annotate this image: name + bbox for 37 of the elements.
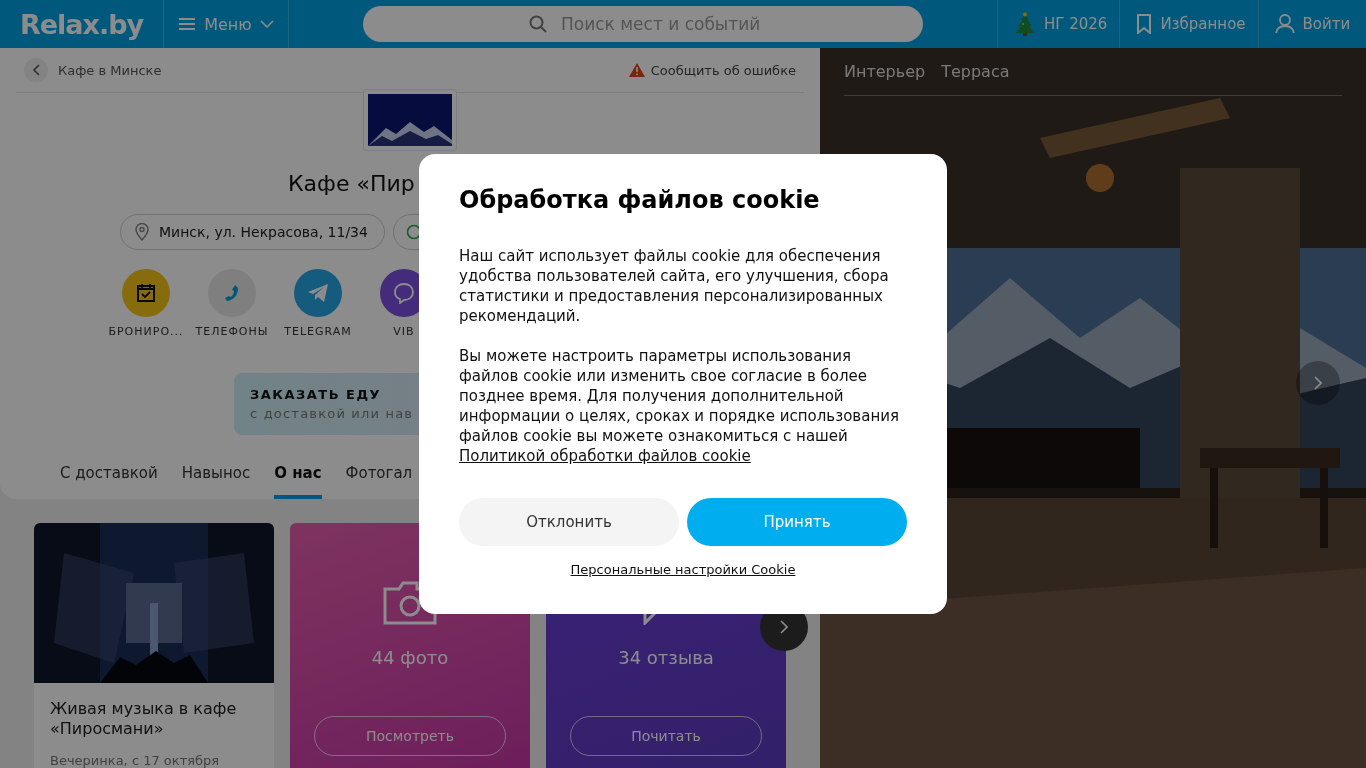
chevron-right-icon	[780, 620, 788, 634]
event-meta: Вечеринка, с 17 октября	[50, 753, 221, 768]
christmas-tree-icon	[1014, 12, 1036, 36]
chat-bubble-icon	[393, 282, 415, 304]
bookmark-icon	[1136, 14, 1153, 34]
calendar-icon	[136, 283, 156, 303]
menu-icon	[178, 17, 197, 31]
section-tab[interactable]: О нас	[274, 451, 322, 499]
contact-action[interactable]: TELEGRAM	[275, 269, 361, 338]
contact-action[interactable]: ТЕЛЕФОНЫ	[189, 269, 275, 338]
report-error-link[interactable]: Сообщить об ошибке	[628, 62, 804, 78]
place-title: Кафе «Пир	[288, 171, 415, 196]
contact-action[interactable]: БРОНИРО...	[103, 269, 189, 338]
phone-icon	[223, 284, 241, 302]
count-label: 44 фото	[371, 647, 449, 668]
search-field[interactable]: Поиск мест и событий	[363, 6, 923, 42]
gallery-tab[interactable]: Интерьер	[844, 48, 926, 95]
back-link[interactable]: Кафе в Минске	[16, 58, 162, 82]
gallery-tab[interactable]: Терраса	[941, 48, 1010, 95]
search-icon	[529, 15, 547, 33]
section-tab[interactable]: С доставкой	[60, 451, 158, 499]
decline-button[interactable]: Отклонить	[459, 498, 679, 546]
location-pin-icon	[135, 223, 149, 241]
warning-icon	[628, 63, 645, 77]
count-label: 34 отзыва	[618, 647, 714, 668]
cookie-settings-link[interactable]: Персональные настройки Cookie	[570, 562, 796, 577]
section-tab[interactable]: Навынос	[181, 451, 251, 499]
chevron-down-icon	[259, 20, 274, 28]
dialog-title: Обработка файлов cookie	[459, 186, 821, 214]
section-tab[interactable]: Фотогал	[345, 451, 413, 499]
chevron-right-icon	[1314, 376, 1322, 390]
user-icon	[1274, 14, 1295, 34]
dialog-text: Наш сайт использует файлы cookie для обеспечения удобства пользователей сайта, его улучшения, сбора статистики и предоставления персонализированных рекомендаций.	[459, 246, 890, 326]
paper-plane-icon	[307, 283, 329, 303]
event-title: Живая музыка в кафе «Пиросмани»	[50, 699, 238, 739]
event-card[interactable]: Живая музыка в кафе «Пиросмани» Вечеринка, с 17 октября	[34, 523, 274, 768]
policy-link[interactable]: Политикой обработки файлов cookie	[459, 447, 751, 465]
